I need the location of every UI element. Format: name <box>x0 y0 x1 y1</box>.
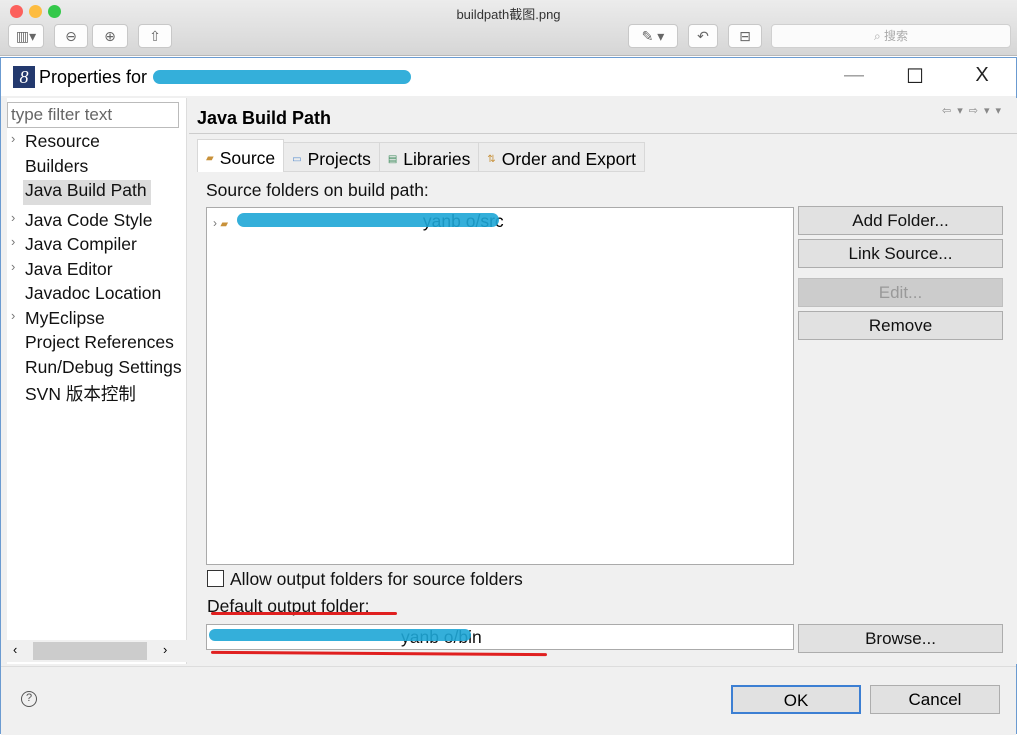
tab-libraries[interactable]: ▤ Libraries <box>378 142 480 172</box>
tab-projects[interactable]: ▭ Projects <box>283 142 380 172</box>
source-folders-list[interactable]: › ▰ yanb o/src <box>206 207 794 565</box>
preview-toolbar: buildpath截图.png ▥▾ ⊖ ⊕ ⇧ ✎ ▾ ↶ ⊟ ⌕ 搜索 <box>0 0 1017 56</box>
tree-item-run-debug-settings[interactable]: Run/Debug Settings <box>7 357 185 382</box>
search-icon: ⌕ <box>873 29 885 43</box>
cancel-button[interactable]: Cancel <box>870 685 1000 714</box>
chevron-right-icon: › <box>11 258 16 274</box>
dialog-titlebar: 8 Properties for — ☐ X <box>1 58 1016 96</box>
scrollbar-thumb[interactable] <box>33 642 147 660</box>
page-title: Java Build Path <box>197 108 332 128</box>
tree-item-javadoc-location[interactable]: Javadoc Location <box>7 283 185 308</box>
order-export-icon: ⇅ <box>487 153 496 165</box>
minimize-button[interactable]: — <box>839 64 869 87</box>
tree-item-resource[interactable]: › Resource <box>7 131 185 156</box>
chevron-right-icon: › <box>11 307 16 323</box>
libraries-icon: ▤ <box>387 153 398 165</box>
tree-item-java-build-path[interactable]: Java Build Path <box>23 180 151 205</box>
share-button[interactable]: ⇧ <box>138 24 172 48</box>
markup-button[interactable]: ✎ ▾ <box>628 24 678 48</box>
dialog-title: Properties for <box>39 67 148 87</box>
link-source-button[interactable]: Link Source... <box>798 239 1003 268</box>
dialog-footer: ? OK Cancel <box>1 666 1016 735</box>
redaction-mark <box>153 70 411 84</box>
allow-output-folders-checkbox[interactable] <box>207 570 224 587</box>
chevron-right-icon: › <box>11 131 16 146</box>
tab-source[interactable]: ▰ Source <box>197 139 285 172</box>
tab-order-and-export[interactable]: ⇅ Order and Export <box>478 142 646 172</box>
tree-item-java-code-style[interactable]: › Java Code Style <box>7 210 185 235</box>
projects-icon: ▭ <box>292 153 302 165</box>
search-input[interactable]: ⌕ 搜索 <box>771 24 1011 48</box>
tree-item-builders[interactable]: Builders <box>7 156 185 181</box>
tree-item-java-editor[interactable]: › Java Editor <box>7 259 185 284</box>
ok-button[interactable]: OK <box>731 685 861 714</box>
scroll-left-icon[interactable]: ‹ <box>13 642 17 657</box>
allow-output-folders-label: Allow output folders for source folders <box>230 569 523 589</box>
sidebar-toggle-button[interactable]: ▥▾ <box>8 24 44 48</box>
toolbox-button[interactable]: ⊟ <box>728 24 762 48</box>
tab-bar: ▰ Source ▭ Projects ▤ Libraries ⇅ Order and … <box>197 139 646 172</box>
rotate-button[interactable]: ↶ <box>688 24 718 48</box>
property-page: Java Build Path ⇦▾⇨▾▾ ▰ Source ▭ Projects … <box>189 98 1017 664</box>
category-tree: › Resource Builders Java Build Path › Java… <box>7 131 185 406</box>
horizontal-scrollbar[interactable]: ‹ › <box>7 640 187 662</box>
red-underline-annotation <box>211 612 397 615</box>
zoom-out-button[interactable]: ⊖ <box>54 24 88 48</box>
source-folder-icon: ▰ <box>206 152 214 164</box>
zoom-in-button[interactable]: ⊕ <box>92 24 128 48</box>
source-folder-icon: ▰ <box>220 219 229 230</box>
properties-dialog: 8 Properties for — ☐ X type filter text … <box>0 57 1017 735</box>
tree-item-svn[interactable]: SVN 版本控制 <box>7 381 185 406</box>
red-underline-annotation <box>210 650 548 657</box>
scroll-right-icon[interactable]: › <box>163 642 167 657</box>
close-button[interactable]: X <box>967 64 997 87</box>
tree-item-myeclipse[interactable]: › MyEclipse <box>7 308 185 333</box>
source-tab-panel: Source folders on build path: › ▰ yanb o… <box>197 174 1012 664</box>
chevron-right-icon: › <box>11 209 16 225</box>
redaction-mark <box>209 629 471 641</box>
help-icon[interactable]: ? <box>21 691 37 707</box>
maximize-button[interactable]: ☐ <box>900 64 930 89</box>
chevron-right-icon: › <box>11 234 16 249</box>
page-navigation[interactable]: ⇦▾⇨▾▾ <box>942 104 1007 117</box>
edit-button[interactable]: Edit... <box>798 278 1003 307</box>
redaction-mark <box>237 213 499 227</box>
filter-input[interactable]: type filter text <box>7 102 179 128</box>
tree-item-project-references[interactable]: Project References <box>7 332 185 357</box>
remove-button[interactable]: Remove <box>798 311 1003 340</box>
tree-item-java-compiler[interactable]: › Java Compiler <box>7 234 185 259</box>
divider <box>189 133 1017 134</box>
source-folders-label: Source folders on build path: <box>206 180 429 200</box>
add-folder-button[interactable]: Add Folder... <box>798 206 1003 235</box>
myeclipse-logo-icon: 8 <box>13 66 35 88</box>
browse-button[interactable]: Browse... <box>798 624 1003 653</box>
document-title: buildpath截图.png <box>456 7 561 22</box>
